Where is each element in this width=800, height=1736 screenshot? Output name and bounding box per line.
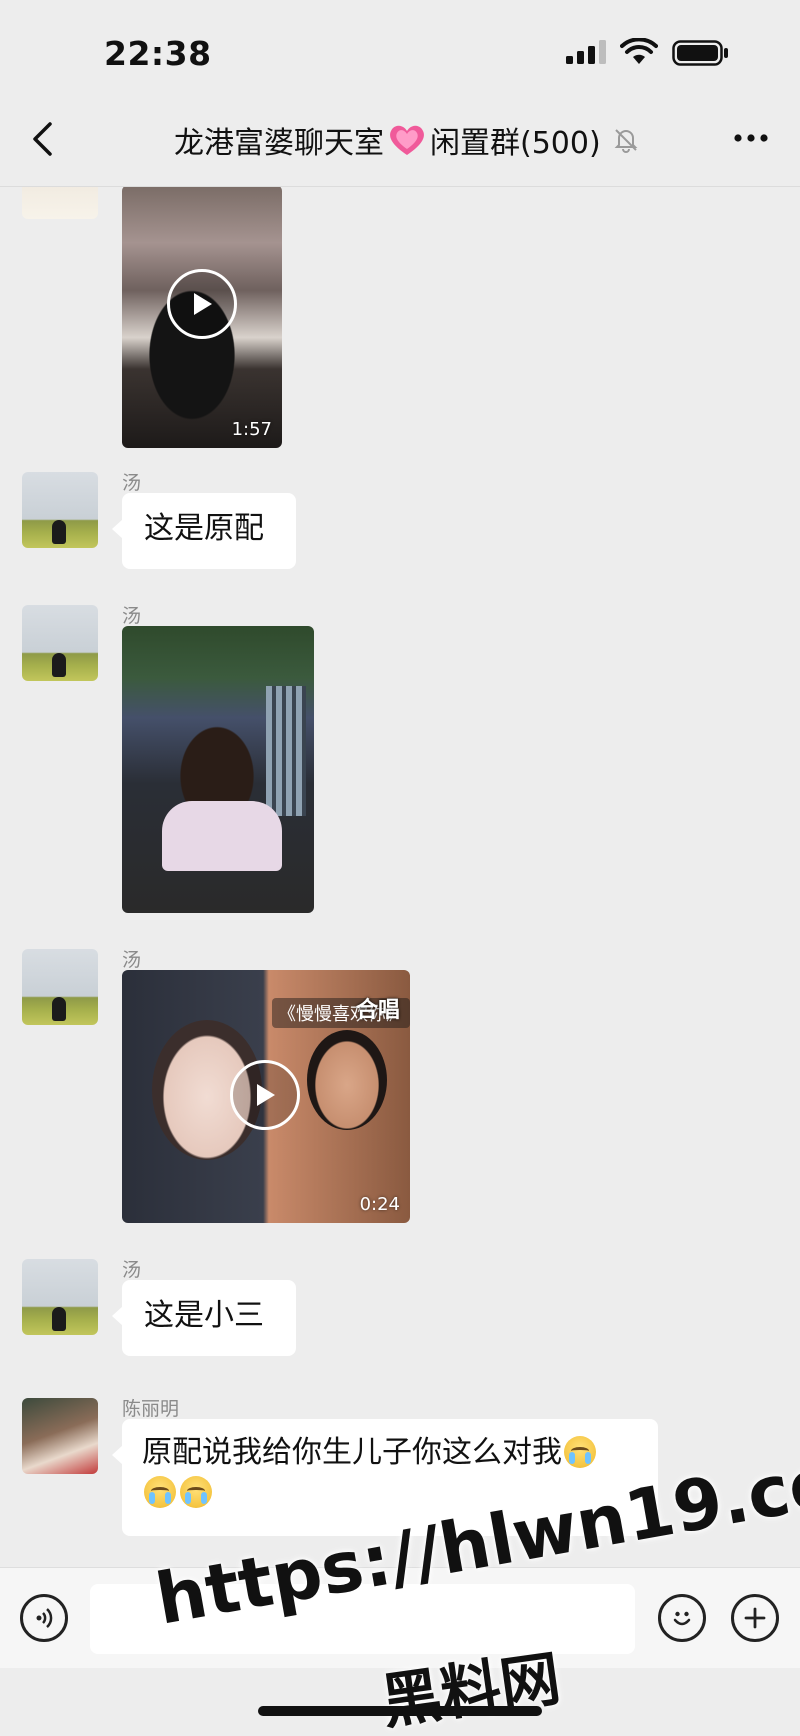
chat-title: 龙港富婆聊天室 闲置群(500) [174,118,639,162]
avatar[interactable] [22,605,98,681]
chat-title-suffix: 闲置群(500) [430,126,601,161]
message-text: 原配说我给你生儿子你这么对我 [142,1435,562,1470]
avatar[interactable] [22,472,98,548]
text-message[interactable]: 原配说我给你生儿子你这么对我 [112,1419,658,1536]
more-options-button[interactable] [728,118,774,158]
avatar[interactable] [22,1398,98,1474]
text-message[interactable]: 这是小三 [112,1280,296,1356]
plus-icon [744,1607,766,1629]
plus-button[interactable] [731,1594,779,1642]
sender-name: 汤 [122,472,142,494]
message-input[interactable] [90,1584,635,1654]
mute-bell-icon [613,127,639,153]
back-arrow-icon [33,122,52,156]
heart-icon [388,123,426,157]
sender-name: 陈丽明 [122,1398,180,1420]
play-button[interactable] [230,1060,300,1130]
battery-icon [672,40,730,70]
wifi-icon [620,37,658,70]
avatar[interactable] [22,949,98,1025]
sender-name: 汤 [122,605,142,627]
video-duration: 0:24 [359,1194,400,1215]
text-message[interactable]: 这是原配 [112,493,296,569]
image-message[interactable] [122,626,314,913]
message-list[interactable]: 1:57 汤 这是原配 汤 汤 《慢慢喜欢你》 合唱 0:24 汤 这是小三 陈… [0,187,800,1567]
back-button[interactable] [22,116,62,162]
video-duration: 1:57 [231,419,272,440]
chat-title-text: 龙港富婆聊天室 [174,126,384,161]
input-bar [0,1567,800,1668]
video-overlay-tag: 合唱 [355,998,400,1023]
avatar[interactable] [22,187,98,219]
status-bar: 22:38 [0,0,800,96]
chat-screen: 22:38 龙港富婆聊天室 闲置群(500) 1:57 汤 这是原配 汤 汤 《… [0,0,800,1736]
crying-emoji-icon [564,1436,596,1468]
home-indicator[interactable] [258,1706,542,1716]
chat-header: 龙港富婆聊天室 闲置群(500) [0,96,800,187]
cellular-signal-icon [566,40,610,68]
sender-name: 汤 [122,949,142,971]
more-icon [734,134,768,142]
avatar[interactable] [22,1259,98,1335]
play-button[interactable] [167,269,237,339]
crying-emoji-icon [144,1476,176,1508]
sender-name: 汤 [122,1259,142,1281]
status-time: 22:38 [104,34,212,73]
crying-emoji-icon [180,1476,212,1508]
emoji-button[interactable] [658,1594,706,1642]
video-message[interactable]: 1:57 [122,187,282,448]
voice-icon [36,1608,53,1628]
play-icon [194,293,212,315]
play-icon [257,1084,275,1106]
emoji-icon [673,1611,691,1626]
video-message[interactable]: 《慢慢喜欢你》 合唱 0:24 [122,970,410,1223]
voice-button[interactable] [20,1594,68,1642]
